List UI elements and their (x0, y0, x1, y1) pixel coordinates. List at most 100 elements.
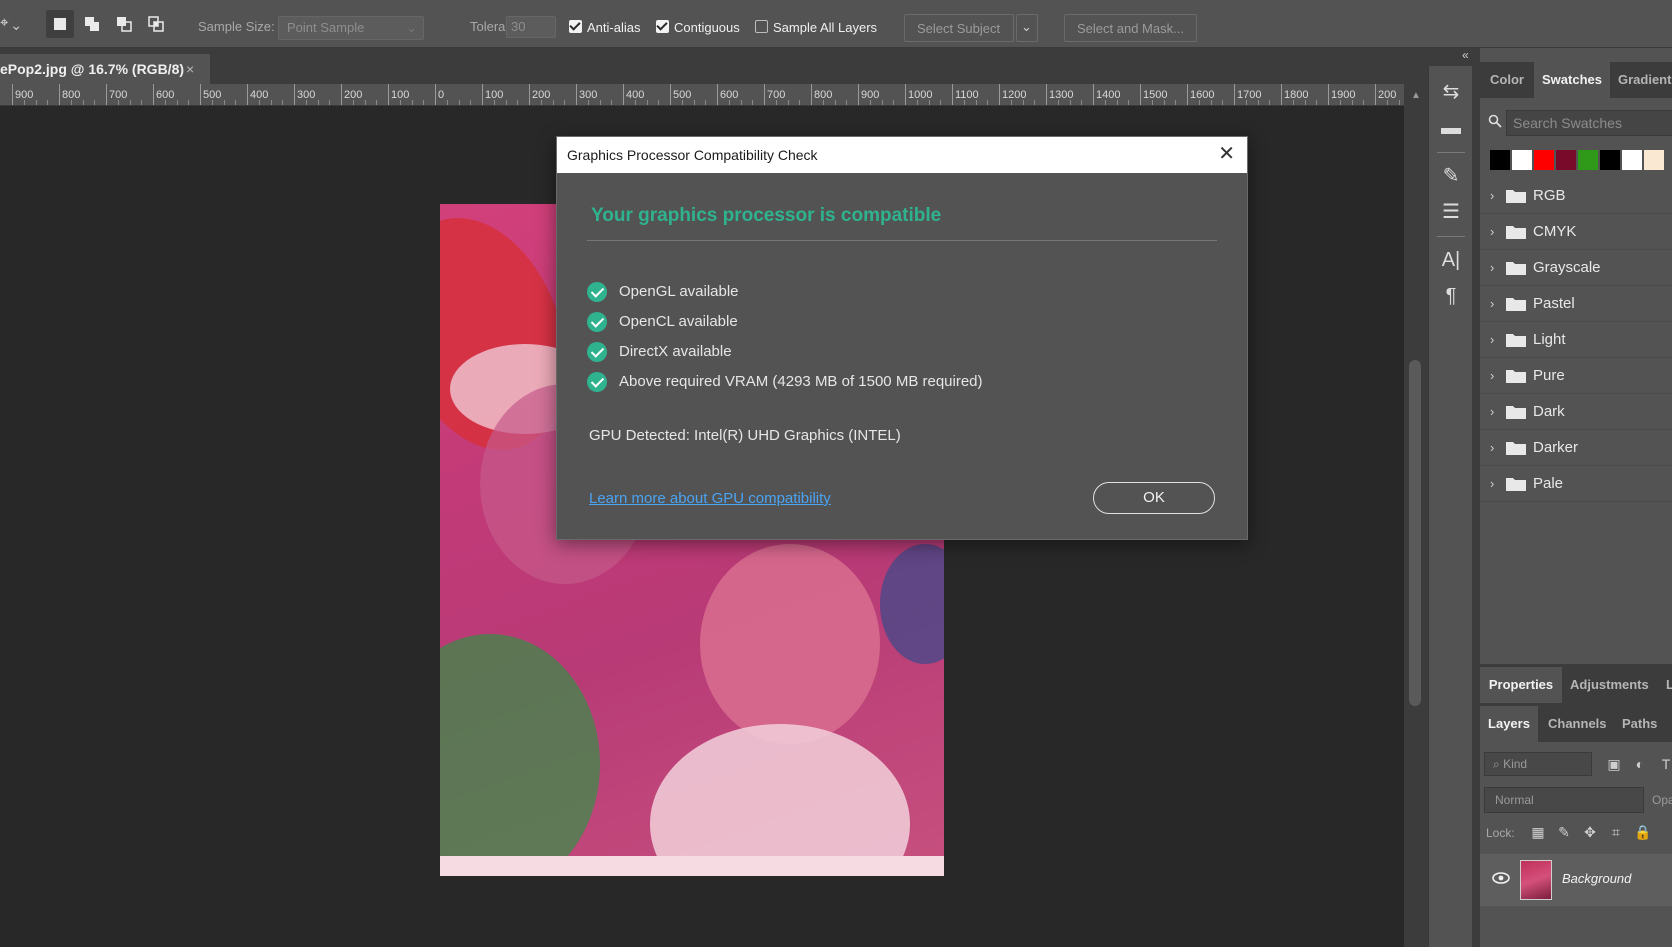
select-subject-dropdown[interactable]: ⌄ (1016, 14, 1038, 42)
adjust-sliders-icon[interactable]: ☰ (1439, 200, 1463, 224)
chevron-right-icon[interactable]: › (1490, 224, 1494, 239)
swatch-group-row[interactable]: › Grayscale (1480, 250, 1672, 286)
comments-icon[interactable]: ▬ (1439, 116, 1463, 140)
history-icon[interactable]: ⇆ (1439, 80, 1463, 104)
swatch-group-row[interactable]: › Pure (1480, 358, 1672, 394)
ruler-major-tick (1140, 84, 1141, 105)
paragraph-icon[interactable]: ¶ (1439, 284, 1463, 308)
tab-adjustments[interactable]: Adjustments (1570, 667, 1662, 703)
document-tab[interactable]: ePop2.jpg @ 16.7% (RGB/8) × (0, 54, 210, 84)
add-to-selection-button[interactable] (78, 10, 106, 38)
subtract-selection-icon (117, 17, 132, 32)
lock-transparent-icon[interactable]: ▦ (1530, 824, 1546, 840)
swatch-chip[interactable] (1490, 150, 1510, 170)
scrollbar-thumb[interactable] (1409, 360, 1421, 706)
search-icon: ⌕ (1493, 757, 1500, 771)
swatch-chip[interactable] (1578, 150, 1598, 170)
tab-layers[interactable]: Layers (1480, 706, 1538, 742)
tab-swatches[interactable]: Swatches (1534, 62, 1610, 98)
dialog-divider (587, 240, 1217, 241)
close-icon[interactable]: ✕ (1218, 144, 1235, 164)
filter-image-icon[interactable]: ▣ (1606, 756, 1622, 772)
swatch-group-row[interactable]: › Pastel (1480, 286, 1672, 322)
subtract-from-selection-button[interactable] (110, 10, 138, 38)
sample-size-select[interactable]: Point Sample ⌄ (278, 16, 424, 40)
chevron-right-icon[interactable]: › (1490, 476, 1494, 491)
anti-alias-checkbox[interactable] (569, 20, 582, 33)
new-selection-button[interactable] (46, 10, 74, 38)
gpu-detected-text: GPU Detected: Intel(R) UHD Graphics (INT… (589, 427, 901, 444)
tab-paths[interactable]: Paths (1622, 706, 1662, 742)
swatch-group-row[interactable]: › Light (1480, 322, 1672, 358)
dialog-titlebar: Graphics Processor Compatibility Check ✕ (557, 137, 1247, 173)
swatch-chip[interactable] (1600, 150, 1620, 170)
character-icon[interactable]: A| (1439, 248, 1463, 272)
swatch-chip[interactable] (1512, 150, 1532, 170)
brush-settings-icon[interactable]: ✎ (1439, 164, 1463, 188)
tab-gradients[interactable]: Gradients (1618, 62, 1672, 98)
chevron-right-icon[interactable]: › (1490, 296, 1494, 311)
swatch-group-label: Grayscale (1533, 259, 1601, 276)
tolerance-input[interactable]: 30 (506, 16, 556, 38)
swatch-group-label: Pale (1533, 475, 1564, 492)
swatch-chip[interactable] (1556, 150, 1576, 170)
chevron-right-icon[interactable]: › (1490, 188, 1494, 203)
swatch-chip[interactable] (1644, 150, 1664, 170)
folder-icon (1506, 478, 1526, 491)
ruler-major-tick (1046, 84, 1047, 105)
chevron-right-icon[interactable]: › (1490, 332, 1494, 347)
swatch-group-label: Pure (1533, 367, 1565, 384)
strip-divider (1437, 236, 1465, 237)
check-row-label: Above required VRAM (4293 MB of 1500 MB … (619, 373, 983, 390)
sample-all-layers-checkbox[interactable] (755, 20, 768, 33)
filter-type-icon[interactable]: T (1658, 756, 1672, 772)
select-and-mask-button[interactable]: Select and Mask... (1064, 14, 1197, 42)
chevron-right-icon[interactable]: › (1490, 440, 1494, 455)
tab-channels[interactable]: Channels (1548, 706, 1612, 742)
lock-paint-icon[interactable]: ✎ (1556, 824, 1572, 840)
learn-more-link[interactable]: Learn more about GPU compatibility (589, 490, 831, 507)
swatch-group-row[interactable]: › RGB (1480, 178, 1672, 214)
swatch-search-input[interactable]: Search Swatches (1506, 110, 1672, 136)
intersect-selection-button[interactable] (142, 10, 170, 38)
ruler-major-tick (576, 84, 577, 105)
filter-adjustment-icon[interactable]: ◐ (1632, 756, 1648, 772)
swatch-chip[interactable] (1534, 150, 1554, 170)
chevron-right-icon[interactable]: › (1490, 260, 1494, 275)
ruler-major-tick (1375, 84, 1376, 105)
document-tab-title: ePop2.jpg @ 16.7% (RGB/8) (0, 61, 185, 77)
chevron-right-icon[interactable]: › (1490, 368, 1494, 383)
swatch-group-row[interactable]: › Darker (1480, 430, 1672, 466)
swatch-group-row[interactable]: › Dark (1480, 394, 1672, 430)
tab-libraries[interactable]: L (1666, 667, 1672, 703)
visibility-eye-icon[interactable] (1492, 872, 1510, 884)
chevron-right-icon[interactable]: › (1490, 404, 1494, 419)
ruler-major-tick (858, 84, 859, 105)
swatch-group-row[interactable]: › CMYK (1480, 214, 1672, 250)
collapse-panels-icon[interactable]: « (1462, 48, 1469, 62)
tool-preset-picker[interactable]: ⌖ ⌄ (0, 14, 20, 31)
close-tab-icon[interactable]: × (186, 61, 194, 77)
checkmark-icon (587, 372, 607, 392)
tab-color[interactable]: Color (1480, 62, 1534, 98)
lock-position-icon[interactable]: ✥ (1582, 824, 1598, 840)
lock-all-icon[interactable]: 🔒 (1634, 824, 1651, 840)
swatch-group-label: CMYK (1533, 223, 1577, 240)
layer-kind-filter[interactable]: ⌕ Kind (1484, 752, 1592, 776)
layer-row[interactable]: Background (1480, 854, 1672, 906)
contiguous-checkbox[interactable] (656, 20, 669, 33)
ruler-major-tick (1328, 84, 1329, 105)
blend-mode-select[interactable]: Normal (1484, 787, 1644, 813)
swatch-group-row[interactable]: › Pale (1480, 466, 1672, 502)
ok-button[interactable]: OK (1093, 482, 1215, 514)
scroll-up-icon[interactable]: ▲ (1411, 90, 1421, 101)
check-row-label: DirectX available (619, 343, 732, 360)
select-subject-button[interactable]: Select Subject (904, 14, 1014, 42)
lock-artboard-icon[interactable]: ⌗ (1608, 824, 1624, 840)
photo-border (440, 856, 944, 876)
swatch-chip[interactable] (1622, 150, 1642, 170)
intersect-selection-icon (148, 16, 164, 32)
vertical-scrollbar[interactable]: ▲ (1404, 84, 1428, 947)
tab-properties[interactable]: Properties (1480, 667, 1562, 703)
chevron-down-icon: ⌄ (406, 20, 417, 35)
